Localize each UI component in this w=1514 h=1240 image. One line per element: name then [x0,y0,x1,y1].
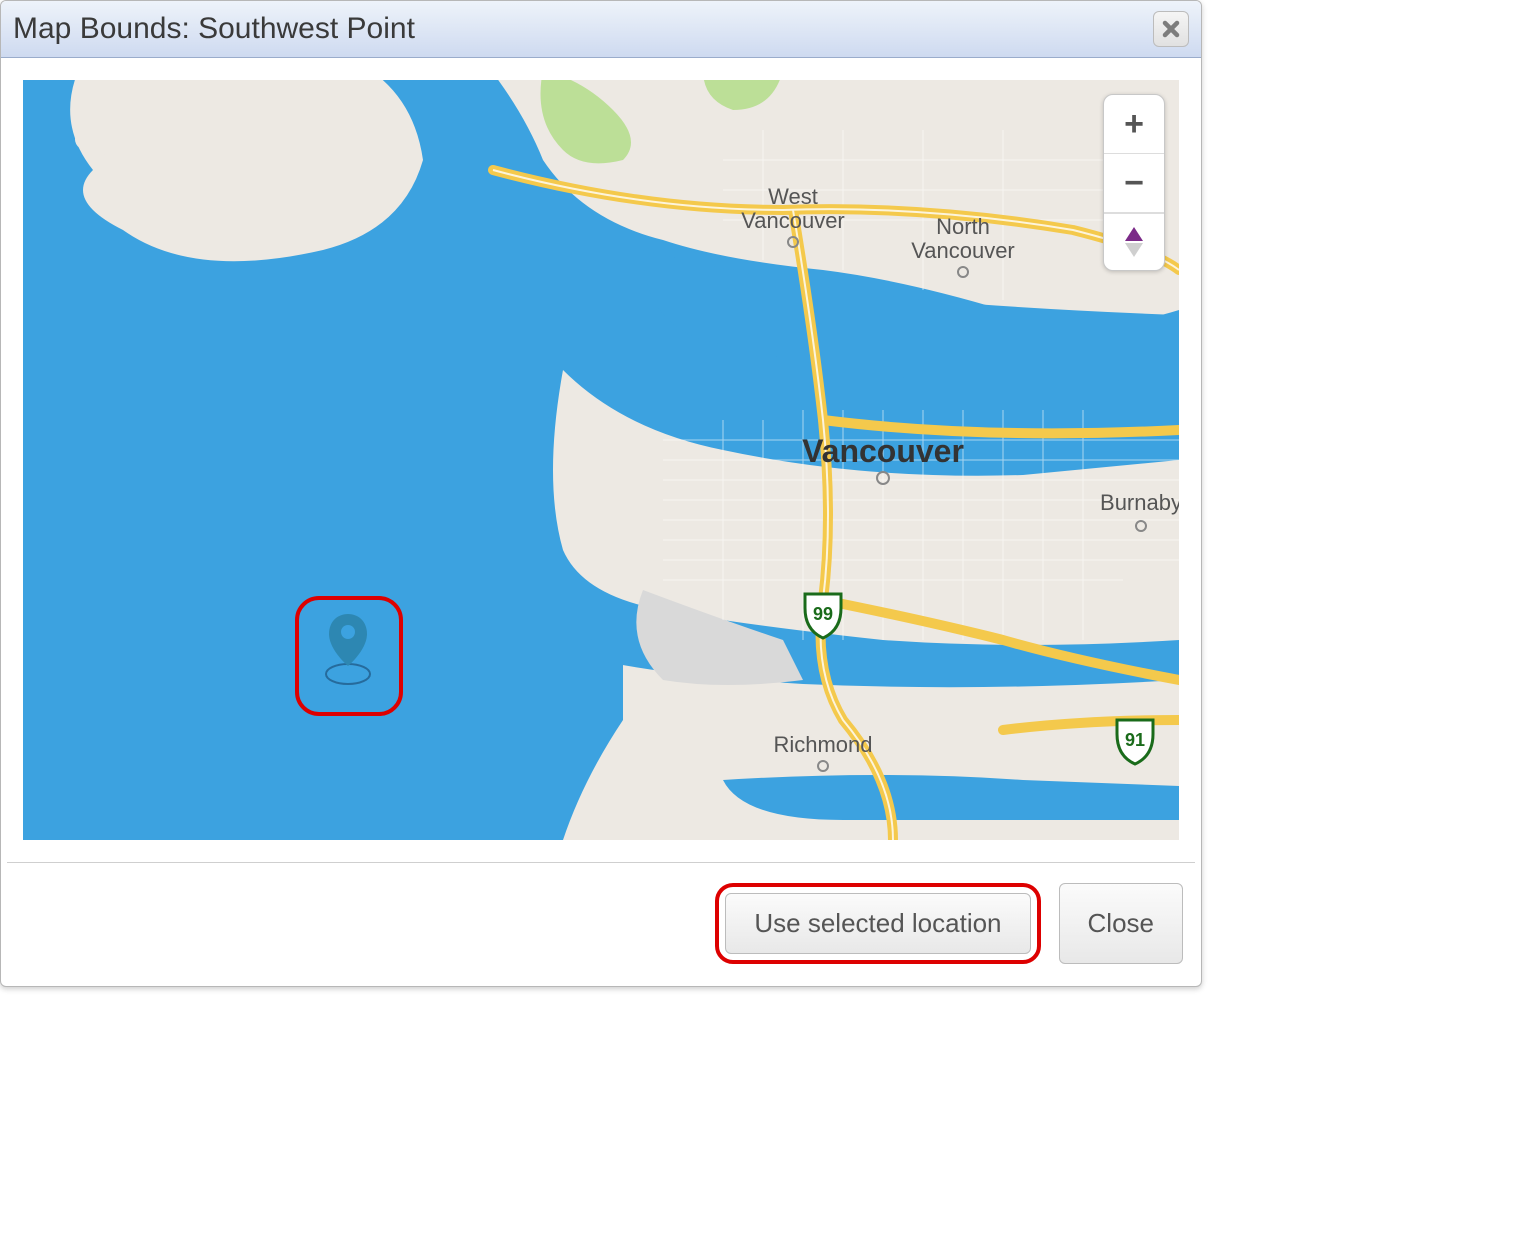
close-icon [1161,19,1181,39]
compass-south-icon [1125,243,1143,257]
map-svg: West Vancouver North Vancouver Vancouver… [23,80,1179,840]
zoom-in-button[interactable]: + [1104,95,1164,154]
svg-text:99: 99 [813,604,833,624]
label-burnaby: Burnaby [1100,490,1179,515]
use-selected-highlight-frame: Use selected location [715,883,1040,964]
label-west-vancouver-1: West [768,184,818,209]
plus-icon: + [1124,105,1144,144]
close-button[interactable]: Close [1059,883,1183,964]
label-north-vancouver-1: North [936,214,990,239]
minus-icon: − [1124,164,1144,203]
dialog-title: Map Bounds: Southwest Point [13,12,415,46]
compass-north-icon [1125,227,1143,241]
dialog-close-button[interactable] [1153,11,1189,47]
map-zoom-control: + − [1103,94,1165,271]
use-selected-location-button[interactable]: Use selected location [725,893,1030,954]
reset-bearing-button[interactable] [1104,213,1164,270]
label-richmond: Richmond [773,732,872,757]
map-container: West Vancouver North Vancouver Vancouver… [1,58,1201,862]
label-vancouver: Vancouver [802,433,964,469]
svg-text:91: 91 [1125,730,1145,750]
dialog-titlebar[interactable]: Map Bounds: Southwest Point [1,1,1201,58]
label-west-vancouver-2: Vancouver [741,208,845,233]
map-canvas[interactable]: West Vancouver North Vancouver Vancouver… [23,80,1179,840]
label-north-vancouver-2: Vancouver [911,238,1015,263]
map-bounds-dialog: Map Bounds: Southwest Point [0,0,1202,987]
zoom-out-button[interactable]: − [1104,154,1164,213]
dialog-footer: Use selected location Close [1,863,1201,986]
